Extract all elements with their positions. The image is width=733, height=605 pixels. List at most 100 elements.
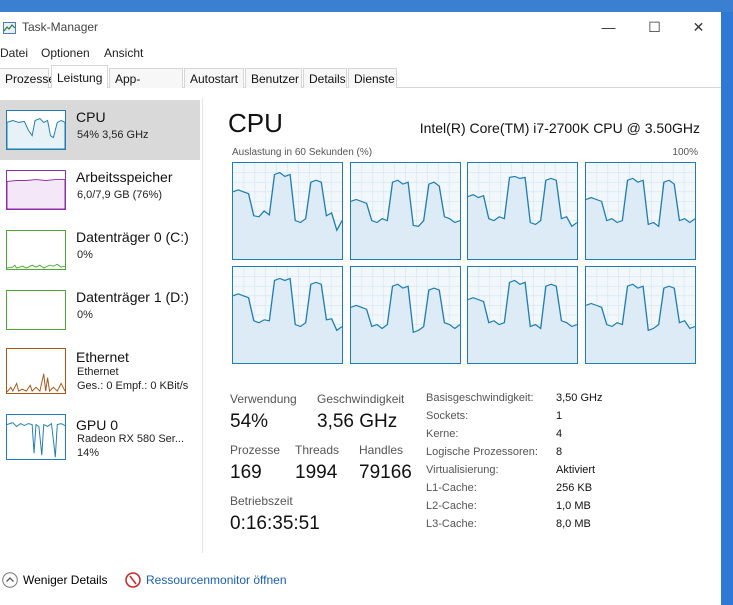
cpu-thumbnail-graph xyxy=(6,110,66,150)
usage-value: 54% xyxy=(230,411,269,432)
tab-label: Leistung xyxy=(57,71,103,85)
fewer-details-label: Weniger Details xyxy=(23,573,108,587)
sidebar-item-disk-0[interactable]: Datenträger 0 (C:) 0% xyxy=(0,220,200,280)
speed-label: Geschwindigkeit xyxy=(317,392,405,406)
cpu-detail-panel: CPU Intel(R) Core(TM) i7-2700K CPU @ 3.5… xyxy=(205,88,721,548)
maximize-icon: ☐ xyxy=(648,18,661,35)
spec-label-virtualization: Virtualisierung: xyxy=(426,464,499,476)
fewer-details-button[interactable]: Weniger Details xyxy=(2,572,107,588)
logical-processor-graph xyxy=(232,266,343,364)
sidebar-cpu-title: CPU xyxy=(76,109,106,125)
spec-value-l1-cache: 256 KB xyxy=(556,482,593,494)
graph-caption: Auslastung in 60 Sekunden (%) xyxy=(232,147,373,158)
logical-processor-graph xyxy=(232,162,343,260)
spec-value-l2-cache: 1,0 MB xyxy=(556,500,591,512)
resource-monitor-icon xyxy=(125,572,141,588)
spec-value-logical-processors: 8 xyxy=(556,446,563,458)
close-button[interactable]: ✕ xyxy=(676,12,721,42)
maximize-button[interactable]: ☐ xyxy=(632,12,677,42)
sidebar-ethernet-throughput: Ges.: 0 Empf.: 0 KBit/s xyxy=(77,380,189,392)
sidebar-disk0-title: Datenträger 0 (C:) xyxy=(76,229,189,245)
memory-thumbnail-graph xyxy=(6,170,66,210)
menu-optionen[interactable]: Optionen xyxy=(41,46,90,60)
sidebar-item-disk-1[interactable]: Datenträger 1 (D:) 0% xyxy=(0,280,200,340)
resource-monitor-link[interactable]: Ressourcenmonitor öffnen xyxy=(125,572,287,588)
sidebar-item-ethernet[interactable]: Ethernet Ethernet Ges.: 0 Empf.: 0 KBit/… xyxy=(0,340,200,404)
logical-processor-graph xyxy=(349,162,461,260)
logical-processor-graph xyxy=(467,266,578,364)
tab-prozesse[interactable]: Prozesse xyxy=(0,68,55,88)
logical-processor-graph xyxy=(349,266,461,364)
speed-value: 3,56 GHz xyxy=(317,411,398,432)
tab-app-verlauf[interactable]: App-Verlauf xyxy=(109,68,183,100)
tab-label: Dienste xyxy=(354,72,395,86)
footer-bar: Weniger Details Ressourcenmonitor öffnen xyxy=(0,560,721,600)
uptime-value: 0:16:35:51 xyxy=(230,513,320,534)
sidebar-memory-usage: 6,0/7,9 GB (76%) xyxy=(77,189,162,201)
tab-label: Prozesse xyxy=(5,72,56,86)
tab-benutzer[interactable]: Benutzer xyxy=(245,68,302,88)
window-top-edge xyxy=(0,0,733,12)
tab-label: Autostart xyxy=(190,72,239,86)
sidebar-cpu-usage: 54% 3,56 GHz xyxy=(77,129,149,141)
resource-sidebar: CPU 54% 3,56 GHz Arbeitsspeicher 6,0/7,9… xyxy=(0,98,203,553)
spec-value-l3-cache: 8,0 MB xyxy=(556,518,591,530)
tab-leistung[interactable]: Leistung xyxy=(51,65,108,89)
window-title: Task-Manager xyxy=(22,20,99,34)
cpu-model-name: Intel(R) Core(TM) i7-2700K CPU @ 3.50GHz xyxy=(419,120,700,136)
tab-dienste[interactable]: Dienste xyxy=(348,68,397,88)
sidebar-item-memory[interactable]: Arbeitsspeicher 6,0/7,9 GB (76%) xyxy=(0,160,200,220)
disk1-thumbnail-graph xyxy=(6,290,66,330)
spec-label-sockets: Sockets: xyxy=(426,410,469,422)
processes-value: 169 xyxy=(230,462,262,483)
spec-label-logical-processors: Logische Prozessoren: xyxy=(426,446,538,458)
logical-processor-graph xyxy=(467,162,578,260)
sidebar-ethernet-adapter: Ethernet xyxy=(77,366,119,378)
tab-strip: Prozesse Leistung App-Verlauf Autostart … xyxy=(0,64,721,100)
sidebar-gpu-title: GPU 0 xyxy=(76,417,119,433)
sidebar-disk1-usage: 0% xyxy=(77,309,93,321)
ethernet-thumbnail-graph xyxy=(6,348,66,394)
graph-max-label: 100% xyxy=(672,147,698,158)
tab-autostart[interactable]: Autostart xyxy=(184,68,244,88)
title-bar[interactable]: Task-Manager — ☐ ✕ xyxy=(0,12,721,42)
spec-label-l2-cache: L2-Cache: xyxy=(426,500,477,512)
sidebar-memory-title: Arbeitsspeicher xyxy=(76,169,173,185)
sidebar-item-gpu[interactable]: GPU 0 Radeon RX 580 Ser... 14% xyxy=(0,408,200,470)
spec-value-virtualization: Aktiviert xyxy=(556,464,596,476)
spec-label-cores: Kerne: xyxy=(426,428,459,440)
spec-value-sockets: 1 xyxy=(556,410,563,422)
sidebar-item-cpu[interactable]: CPU 54% 3,56 GHz xyxy=(0,100,200,160)
handles-value: 79166 xyxy=(359,462,412,483)
resource-monitor-label: Ressourcenmonitor öffnen xyxy=(146,573,287,587)
desktop-background xyxy=(721,12,733,605)
menu-bar: Datei Optionen Ansicht xyxy=(0,42,721,64)
logical-processor-graphs[interactable] xyxy=(232,162,698,366)
minimize-icon: — xyxy=(601,19,616,35)
logical-processor-graph xyxy=(584,162,696,260)
sidebar-disk0-usage: 0% xyxy=(77,249,93,261)
tab-label: Details xyxy=(309,72,346,86)
disk0-thumbnail-graph xyxy=(6,230,66,270)
spec-label-base-speed: Basisgeschwindigkeit: xyxy=(426,392,534,404)
usage-label: Verwendung xyxy=(230,392,297,406)
page-title: CPU xyxy=(228,108,283,138)
sidebar-ethernet-title: Ethernet xyxy=(76,349,129,365)
minimize-button[interactable]: — xyxy=(586,12,631,42)
sidebar-gpu-model: Radeon RX 580 Ser... xyxy=(77,433,185,445)
sidebar-disk1-title: Datenträger 1 (D:) xyxy=(76,289,189,305)
spec-label-l1-cache: L1-Cache: xyxy=(426,482,477,494)
menu-ansicht[interactable]: Ansicht xyxy=(104,46,143,60)
task-manager-app-icon xyxy=(3,21,16,34)
spec-value-base-speed: 3,50 GHz xyxy=(556,392,603,404)
threads-value: 1994 xyxy=(295,462,338,483)
tab-details[interactable]: Details xyxy=(303,68,347,88)
tab-label: Benutzer xyxy=(251,72,300,86)
threads-label: Threads xyxy=(295,443,340,457)
gpu-thumbnail-graph xyxy=(6,414,66,460)
uptime-label: Betriebszeit xyxy=(230,494,293,508)
menu-datei[interactable]: Datei xyxy=(0,46,28,60)
spec-label-l3-cache: L3-Cache: xyxy=(426,518,477,530)
sidebar-gpu-usage: 14% xyxy=(77,447,100,459)
close-icon: ✕ xyxy=(692,18,705,35)
